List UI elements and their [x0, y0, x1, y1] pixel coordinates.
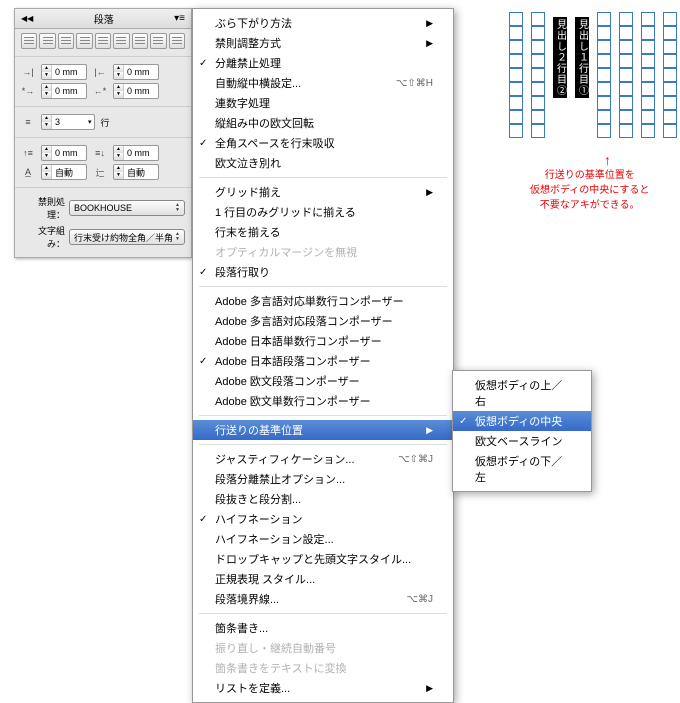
heading-line-2: 見出し２行目② [553, 17, 567, 98]
menu-item[interactable]: 正規表現 スタイル... [193, 569, 453, 589]
menu-item[interactable]: 箇条書き... [193, 618, 453, 638]
menu-item[interactable]: 禁則調整方式▶ [193, 33, 453, 53]
align-justify-r-button[interactable] [113, 33, 129, 49]
align-away-button[interactable] [150, 33, 166, 49]
gyodori-icon: ≡ [21, 115, 35, 129]
menu-item[interactable]: Adobe 日本語単数行コンポーザー [193, 331, 453, 351]
panel-title: 段落 [94, 11, 114, 26]
menu-item[interactable]: 1 行目のみグリッドに揃える [193, 202, 453, 222]
align-right-button[interactable] [58, 33, 74, 49]
first-indent-icon: *→ [21, 84, 35, 98]
caption-text: 行送りの基準位置を仮想ボディの中央にすると不要なアキができる。 [530, 168, 649, 213]
menu-item: 振り直し・継続自動番号 [193, 638, 453, 658]
text-frame-sample: 見出し２行目② 見出し１行目① [506, 12, 680, 138]
menu-item[interactable]: 行送りの基準位置▶ [193, 420, 453, 440]
caption-arrow-icon: ↑ [604, 152, 611, 168]
submenu-arrow-icon: ▶ [426, 683, 433, 694]
indent-right-icon: |← [93, 65, 107, 79]
align-left-button[interactable] [21, 33, 37, 49]
align-justify-l-button[interactable] [76, 33, 92, 49]
submenu-arrow-icon: ▶ [426, 187, 433, 198]
menu-item[interactable]: 段抜きと段分割... [193, 489, 453, 509]
menu-item[interactable]: Adobe 欧文段落コンポーザー [193, 371, 453, 391]
menu-item[interactable]: リストを定義...▶ [193, 678, 453, 698]
menu-item[interactable]: 段落境界線...⌥⌘J [193, 589, 453, 609]
menu-item[interactable]: Adobe 多言語対応単数行コンポーザー [193, 291, 453, 311]
indent-left-icon: →| [21, 65, 35, 79]
menu-item[interactable]: Adobe 欧文単数行コンポーザー [193, 391, 453, 411]
kinsoku-label: 禁則処理： [21, 195, 65, 221]
heading-line-1: 見出し１行目① [575, 17, 589, 98]
menu-item[interactable]: ハイフネーション設定... [193, 529, 453, 549]
indent-right-field[interactable]: ▲▼0 mm [113, 64, 159, 80]
menu-item[interactable]: ✓段落行取り [193, 262, 453, 282]
kinsoku-select[interactable]: BOOKHOUSE▲▼ [69, 200, 185, 216]
panel-tab-bar: ◀◀ 段落 ▾≡ [15, 9, 191, 29]
space-after-field[interactable]: ▲▼0 mm [113, 145, 159, 161]
menu-item: 箇条書きをテキストに変換 [193, 658, 453, 678]
submenu-item[interactable]: ✓仮想ボディの中央 [453, 411, 591, 431]
menu-item: オプティカルマージンを無視 [193, 242, 453, 262]
gyodori-unit: 行 [101, 116, 110, 129]
space-after-icon: ≡↓ [93, 146, 107, 160]
menu-item[interactable]: グリッド揃え▶ [193, 182, 453, 202]
last-indent-field[interactable]: ▲▼0 mm [113, 83, 159, 99]
dropcap-chars-icon: 辷 [93, 165, 107, 179]
paragraph-panel-menu: ぶら下がり方法▶禁則調整方式▶✓分離禁止処理自動縦中横設定...⌥⇧⌘H連数字処… [192, 8, 454, 703]
menu-item[interactable]: ✓ハイフネーション [193, 509, 453, 529]
menu-item[interactable]: ✓分離禁止処理 [193, 53, 453, 73]
dropcap-chars-field[interactable]: ▲▼自動 [113, 164, 159, 180]
menu-item[interactable]: ドロップキャップと先頭文字スタイル... [193, 549, 453, 569]
close-icon[interactable]: ◀◀ [21, 14, 33, 23]
space-before-icon: ↑≡ [21, 146, 35, 160]
paragraph-panel: ◀◀ 段落 ▾≡ →| ▲▼0 mm |← ▲▼0 mm *→ ▲▼0 mm ←… [14, 8, 192, 258]
last-indent-icon: ←* [93, 84, 107, 98]
menu-item[interactable]: ジャスティフィケーション...⌥⇧⌘J [193, 449, 453, 469]
align-center-button[interactable] [39, 33, 55, 49]
space-before-field[interactable]: ▲▼0 mm [41, 145, 87, 161]
mojikumi-select[interactable]: 行末受け約物全角／半角▲▼ [69, 229, 185, 245]
panel-menu-icon[interactable]: ▾≡ [174, 13, 185, 24]
menu-item[interactable]: 縦組み中の欧文回転 [193, 113, 453, 133]
menu-item[interactable]: 連数字処理 [193, 93, 453, 113]
menu-item[interactable]: ぶら下がり方法▶ [193, 13, 453, 33]
align-toward-button[interactable] [169, 33, 185, 49]
menu-item[interactable]: 行末を揃える [193, 222, 453, 242]
menu-item[interactable]: 自動縦中横設定...⌥⇧⌘H [193, 73, 453, 93]
menu-item[interactable]: ✓全角スペースを行末吸収 [193, 133, 453, 153]
submenu-arrow-icon: ▶ [426, 18, 433, 29]
align-row-1 [21, 33, 185, 49]
menu-item[interactable]: ✓Adobe 日本語段落コンポーザー [193, 351, 453, 371]
align-full-button[interactable] [132, 33, 148, 49]
align-justify-c-button[interactable] [95, 33, 111, 49]
indent-left-field[interactable]: ▲▼0 mm [41, 64, 87, 80]
dropcap-icon: A̲ [21, 165, 35, 179]
submenu-arrow-icon: ▶ [426, 425, 433, 436]
first-indent-field[interactable]: ▲▼0 mm [41, 83, 87, 99]
submenu-item[interactable]: 欧文ベースライン [453, 431, 591, 451]
mojikumi-label: 文字組み： [21, 224, 65, 250]
dropcap-lines-field[interactable]: ▲▼自動 [41, 164, 87, 180]
menu-item[interactable]: 欧文泣き別れ [193, 153, 453, 173]
menu-item[interactable]: Adobe 多言語対応段落コンポーザー [193, 311, 453, 331]
leading-basis-submenu: 仮想ボディの上／右✓仮想ボディの中央欧文ベースライン仮想ボディの下／左 [452, 370, 592, 492]
gyodori-field[interactable]: ▲▼3▾ [41, 114, 95, 130]
submenu-item[interactable]: 仮想ボディの下／左 [453, 451, 591, 487]
submenu-item[interactable]: 仮想ボディの上／右 [453, 375, 591, 411]
menu-item[interactable]: 段落分離禁止オプション... [193, 469, 453, 489]
submenu-arrow-icon: ▶ [426, 38, 433, 49]
